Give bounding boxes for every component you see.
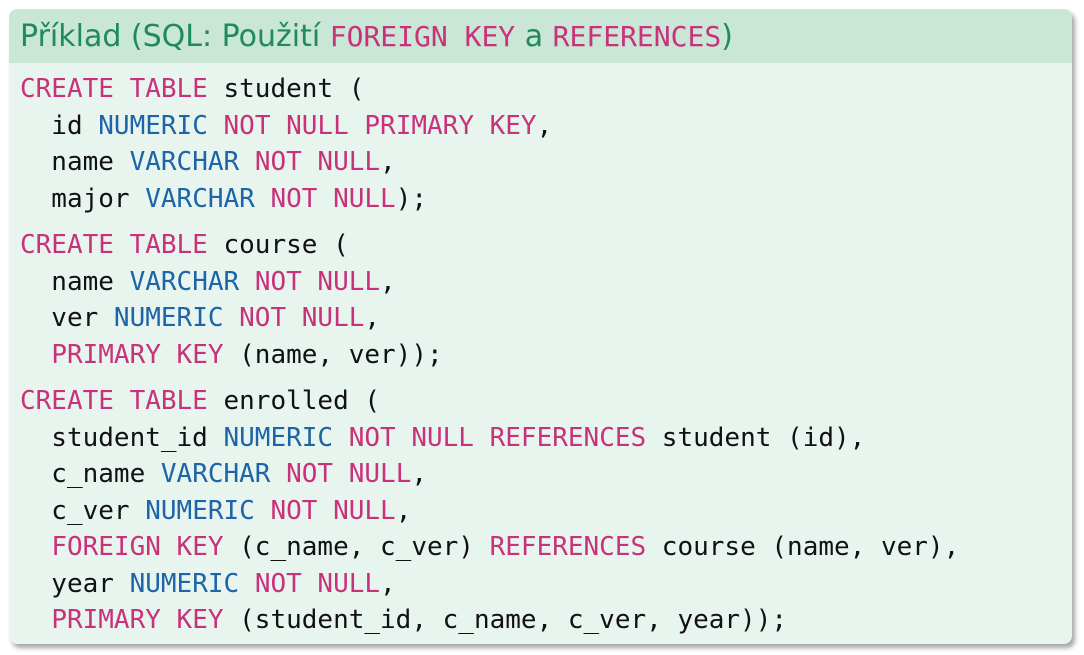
- sql-text: year: [20, 568, 130, 599]
- block-title: Příklad (SQL: Použití FOREIGN KEY a REFE…: [9, 9, 1072, 63]
- sql-text: ,: [380, 266, 396, 297]
- sql-text: ,: [364, 303, 381, 333]
- sql-keyword: CREATE TABLE: [20, 230, 208, 260]
- sql-keyword: NOT NULL: [254, 147, 381, 177]
- code-line: PRIMARY KEY (student_id, c_name, c_ver, …: [20, 602, 1072, 639]
- sql-keyword: NOT NULL: [286, 459, 412, 489]
- sql-text: c_name: [20, 459, 161, 489]
- sql-text: name: [20, 147, 130, 177]
- sql-type: VARCHAR: [160, 459, 271, 489]
- sql-text: (student_id, c_name, c_ver, year));: [223, 605, 788, 635]
- sql-keyword: FOREIGN KEY: [51, 532, 224, 562]
- code-line: id NUMERIC NOT NULL PRIMARY KEY,: [20, 108, 1072, 145]
- code-line: name VARCHAR NOT NULL,: [20, 264, 1072, 301]
- sql-type: VARCHAR: [129, 266, 240, 297]
- code-line: CREATE TABLE enrolled (: [20, 383, 1072, 420]
- sql-type: NUMERIC: [113, 303, 224, 333]
- sql-text: ,: [380, 568, 396, 599]
- code-line: name VARCHAR NOT NULL,: [20, 144, 1072, 181]
- title-prefix: Příklad (SQL: Použití: [20, 18, 330, 54]
- sql-keyword: PRIMARY KEY: [51, 605, 224, 635]
- code-line: major VARCHAR NOT NULL);: [20, 181, 1072, 218]
- sql-text: name: [20, 266, 130, 297]
- code-line: PRIMARY KEY (name, ver));: [20, 337, 1072, 374]
- sql-text: student (id),: [646, 422, 866, 453]
- sql-text: major: [20, 183, 146, 214]
- sql-text: (c_name, c_ver): [223, 532, 490, 562]
- sql-statement: CREATE TABLE course ( name VARCHAR NOT N…: [20, 227, 1072, 373]
- title-keyword-foreign-key: FOREIGN KEY: [329, 19, 516, 53]
- title-middle: a: [515, 18, 553, 54]
- sql-text: c_ver: [20, 495, 146, 526]
- code-line: c_ver NUMERIC NOT NULL,: [20, 493, 1072, 530]
- sql-text: ,: [380, 147, 396, 177]
- sql-text: student_id: [20, 422, 224, 453]
- title-suffix: ): [721, 18, 733, 54]
- sql-keyword: CREATE TABLE: [20, 74, 208, 104]
- sql-text: student (: [207, 74, 365, 104]
- sql-keyword: NOT NULL REFERENCES: [348, 422, 647, 453]
- sql-keyword: NOT NULL: [270, 183, 396, 214]
- code-line: year NUMERIC NOT NULL,: [20, 566, 1072, 603]
- code-line: student_id NUMERIC NOT NULL REFERENCES s…: [20, 420, 1072, 457]
- sql-type: NUMERIC: [129, 568, 240, 599]
- example-block: Příklad (SQL: Použití FOREIGN KEY a REFE…: [9, 9, 1072, 644]
- sql-statement: CREATE TABLE student ( id NUMERIC NOT NU…: [20, 71, 1072, 217]
- code-line: CREATE TABLE course (: [20, 227, 1072, 264]
- sql-type: NUMERIC: [98, 110, 208, 141]
- sql-statement: CREATE TABLE enrolled ( student_id NUMER…: [20, 383, 1072, 639]
- title-keyword-references: REFERENCES: [552, 19, 722, 53]
- sql-text: ,: [395, 495, 412, 526]
- sql-keyword: NOT NULL: [270, 495, 396, 526]
- sql-keyword: PRIMARY KEY: [51, 339, 224, 370]
- sql-text: ,: [411, 459, 428, 489]
- sql-text: course (name, ver),: [646, 532, 960, 562]
- sql-type: NUMERIC: [223, 422, 334, 453]
- sql-keyword: NOT NULL: [254, 266, 381, 297]
- sql-text: ver: [20, 303, 114, 333]
- sql-keyword: NOT NULL: [239, 303, 365, 333]
- code-line: FOREIGN KEY (c_name, c_ver) REFERENCES c…: [20, 529, 1072, 566]
- code-line: CREATE TABLE student (: [20, 71, 1072, 108]
- sql-type: NUMERIC: [145, 495, 255, 526]
- sql-keyword: NOT NULL PRIMARY KEY: [223, 110, 537, 141]
- sql-keyword: REFERENCES: [489, 532, 647, 562]
- sql-text: enrolled (: [207, 386, 381, 416]
- sql-code: CREATE TABLE student ( id NUMERIC NOT NU…: [9, 63, 1072, 639]
- sql-text: (name, ver));: [223, 339, 443, 370]
- code-line: c_name VARCHAR NOT NULL,: [20, 456, 1072, 493]
- sql-keyword: NOT NULL: [254, 568, 381, 599]
- sql-type: VARCHAR: [129, 147, 240, 177]
- sql-text: ,: [536, 110, 553, 141]
- sql-text: );: [395, 183, 428, 214]
- sql-type: VARCHAR: [145, 183, 255, 214]
- code-line: ver NUMERIC NOT NULL,: [20, 300, 1072, 337]
- sql-keyword: CREATE TABLE: [20, 386, 208, 416]
- sql-text: id: [20, 110, 99, 141]
- sql-text: course (: [207, 230, 349, 260]
